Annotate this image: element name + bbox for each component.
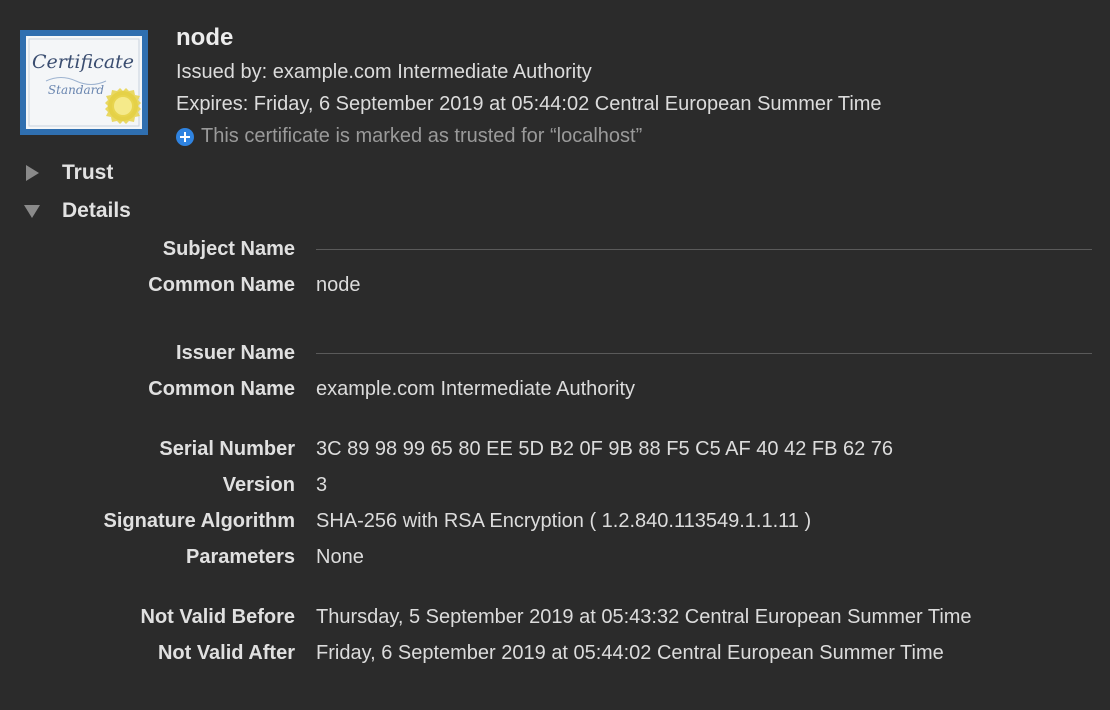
not-valid-after-value: Friday, 6 September 2019 at 05:44:02 Cen… [316, 642, 944, 664]
serial-number-label: Serial Number [159, 438, 295, 460]
subject-name-divider [316, 249, 1092, 250]
subject-common-name-value: node [316, 274, 361, 296]
subject-name-heading: Subject Name [162, 238, 295, 260]
version-label: Version [222, 474, 295, 496]
issued-by-text: Issued by: example.com Intermediate Auth… [176, 61, 592, 83]
issuer-common-name-value: example.com Intermediate Authority [316, 378, 636, 400]
details-section-toggle[interactable]: Details [24, 199, 131, 223]
trusted-status: This certificate is marked as trusted fo… [176, 125, 642, 148]
issuer-common-name-label: Common Name [148, 378, 295, 400]
expires-text: Expires: Friday, 6 September 2019 at 05:… [176, 93, 882, 115]
certificate-name: node [176, 24, 234, 51]
signature-algorithm-value: SHA-256 with RSA Encryption ( 1.2.840.11… [316, 510, 812, 532]
certificate-icon: Certificate Standard [20, 30, 148, 135]
parameters-value: None [316, 546, 364, 568]
not-valid-before-value: Thursday, 5 September 2019 at 05:43:32 C… [316, 606, 972, 628]
disclosure-triangle-down-icon[interactable] [24, 203, 40, 219]
version-value: 3 [316, 474, 328, 496]
issuer-name-heading: Issuer Name [176, 342, 295, 364]
not-valid-after-label: Not Valid After [157, 642, 295, 664]
certificate-standard-icon: Certificate Standard [26, 36, 142, 129]
parameters-label: Parameters [186, 546, 295, 568]
issuer-name-divider [316, 353, 1092, 354]
trusted-status-text: This certificate is marked as trusted fo… [201, 125, 643, 147]
certificate-icon-title: Certificate [32, 51, 134, 73]
signature-algorithm-label: Signature Algorithm [103, 510, 295, 532]
certificate-icon-subtitle: Standard [48, 83, 104, 97]
details-section-label: Details [62, 199, 131, 222]
disclosure-triangle-right-icon[interactable] [24, 165, 40, 181]
serial-number-value: 3C 89 98 99 65 80 EE 5D B2 0F 9B 88 F5 C… [316, 438, 894, 460]
trust-section-toggle[interactable]: Trust [24, 161, 113, 185]
subject-common-name-label: Common Name [148, 274, 295, 296]
trust-section-label: Trust [62, 161, 114, 184]
not-valid-before-label: Not Valid Before [140, 606, 295, 628]
plus-circle-icon [176, 127, 194, 146]
